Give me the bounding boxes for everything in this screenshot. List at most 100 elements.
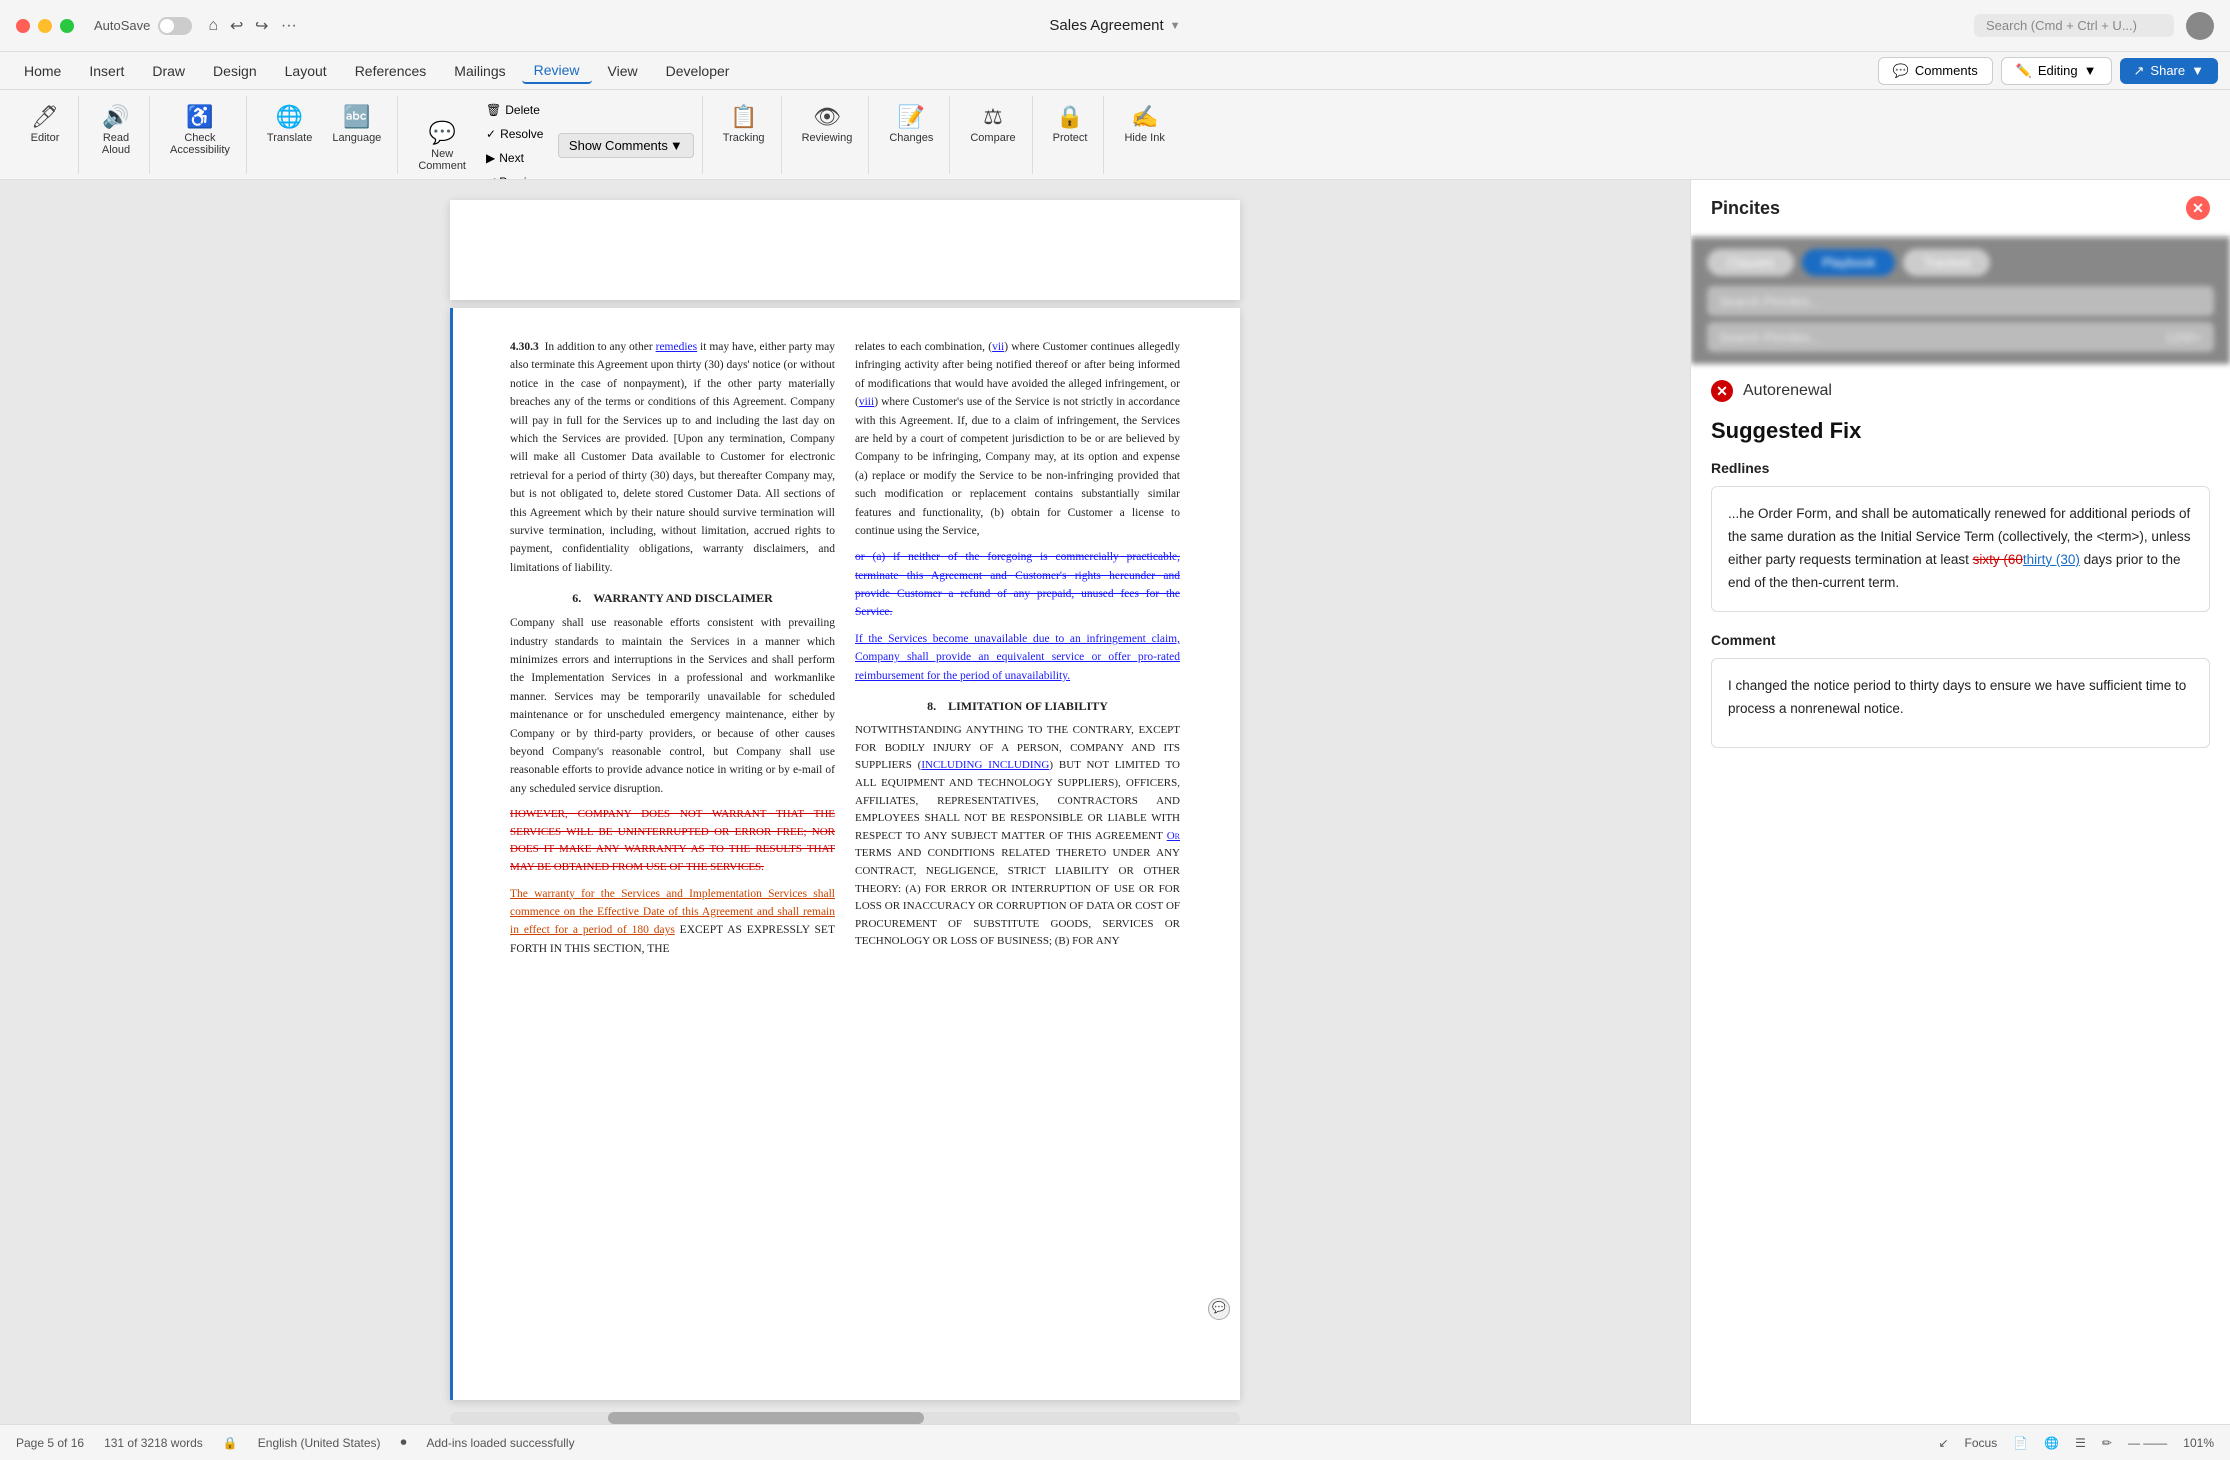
undo-icon[interactable]: ↩	[230, 16, 243, 36]
focus-label[interactable]: Focus	[1965, 1436, 1998, 1450]
ribbon-group-editor: 🖊 Editor	[12, 96, 79, 174]
language-label: Language	[332, 132, 381, 144]
document-area[interactable]: 4.30.3 In addition to any other remedies…	[0, 180, 1690, 1424]
expand-icon[interactable]: ↙	[1938, 1436, 1948, 1450]
comment-bubble[interactable]: 💬	[1208, 1298, 1230, 1320]
comments-button[interactable]: 💬 Comments	[1878, 57, 1993, 85]
maximize-button[interactable]	[60, 19, 74, 33]
search-box[interactable]: Search (Cmd + Ctrl + U...)	[1974, 14, 2174, 37]
menu-view[interactable]: View	[596, 59, 650, 83]
ribbon-group-tracking: 📋 Tracking	[707, 96, 782, 174]
ribbon-new-comment-button[interactable]: 💬 NewComment	[410, 116, 474, 176]
share-button[interactable]: ↗ Share ▼	[2120, 58, 2218, 84]
ribbon-next-button[interactable]: ▶ Next	[478, 148, 554, 168]
horizontal-scrollbar-thumb[interactable]	[608, 1412, 924, 1424]
ribbon-translate-button[interactable]: 🌐 Translate	[259, 100, 320, 148]
columns-icon[interactable]: ☰	[2075, 1436, 2086, 1450]
ribbon-accessibility-button[interactable]: ♿ CheckAccessibility	[162, 100, 238, 160]
section-8-para: NOTWITHSTANDING ANYTHING TO THE CONTRARY…	[855, 722, 1180, 951]
pincites-close-button[interactable]: ✕	[2186, 196, 2210, 220]
pincites-title: Pincites	[1711, 198, 1780, 219]
blue-underline-text: If the Services become unavailable due t…	[855, 633, 1180, 682]
menu-design[interactable]: Design	[201, 59, 269, 83]
pencil-status-icon[interactable]: ✏	[2102, 1436, 2112, 1450]
autosave-section: AutoSave	[94, 17, 192, 35]
section-4-30-3: 4.30.3 In addition to any other remedies…	[510, 338, 835, 577]
language-indicator: English (United States)	[258, 1436, 381, 1450]
editor-label: Editor	[31, 132, 60, 144]
ribbon-show-comments-button[interactable]: Show Comments ▼	[558, 133, 694, 158]
menu-home[interactable]: Home	[12, 59, 73, 83]
reviewing-icon: 👁	[813, 104, 841, 130]
tab-tracked[interactable]: Tracked	[1903, 249, 1989, 276]
ribbon-language-button[interactable]: 🔤 Language	[324, 100, 389, 148]
ribbon-compare-button[interactable]: ⚖ Compare	[962, 100, 1023, 148]
globe-icon[interactable]: 🌐	[2044, 1436, 2059, 1450]
title-chevron-icon: ▼	[1170, 20, 1181, 32]
ribbon-protect-button[interactable]: 🔒 Protect	[1045, 100, 1096, 148]
change-indicator	[450, 308, 453, 1400]
autosave-toggle[interactable]	[158, 17, 192, 35]
ribbon-changes-button[interactable]: 📝 Changes	[881, 100, 941, 148]
comment-indicator[interactable]: 💬	[1208, 1298, 1230, 1320]
minimize-button[interactable]	[38, 19, 52, 33]
editing-chevron-icon: ▼	[2084, 63, 2097, 78]
comment-box[interactable]: I changed the notice period to thirty da…	[1711, 658, 2210, 748]
ribbon-previous-button[interactable]: ◀ Previous	[478, 172, 554, 181]
protect-label: Protect	[1053, 132, 1088, 144]
resolve-label: Resolve	[500, 127, 543, 141]
title-text: Sales Agreement	[1049, 17, 1163, 34]
compare-icon: ⚖	[983, 104, 1003, 130]
view-icon[interactable]: 📄	[2013, 1436, 2028, 1450]
zoom-slider[interactable]: — ——	[2128, 1436, 2167, 1450]
menu-mailings[interactable]: Mailings	[442, 59, 517, 83]
filter-value: 1200+	[2165, 330, 2202, 345]
share-label: Share	[2150, 63, 2185, 78]
pincites-filter-blurred[interactable]: Search Pincites... 1200+	[1707, 322, 2214, 352]
ribbon-editor-button[interactable]: 🖊 Editor	[20, 100, 70, 148]
ribbon-resolve-button[interactable]: ✓ Resolve	[478, 124, 554, 144]
reviewing-label: Reviewing	[802, 132, 853, 144]
section-number: 4.30.3	[510, 341, 539, 353]
document-page-main[interactable]: 4.30.3 In addition to any other remedies…	[450, 308, 1240, 1400]
redo-icon[interactable]: ↩	[255, 16, 268, 36]
ribbon-hide-ink-button[interactable]: ✍ Hide Ink	[1116, 100, 1172, 148]
tab-clauses[interactable]: Clauses	[1707, 249, 1794, 276]
editing-button[interactable]: ✏️ Editing ▼	[2001, 57, 2112, 85]
menu-references[interactable]: References	[343, 59, 439, 83]
user-avatar[interactable]	[2186, 12, 2214, 40]
comment-text: I changed the notice period to thirty da…	[1728, 678, 2186, 716]
ribbon-group-comments: 💬 NewComment 🗑 Delete ✓ Resolve ▶ Next ◀	[402, 96, 702, 174]
ribbon-reviewing-button[interactable]: 👁 Reviewing	[794, 100, 861, 148]
more-icon[interactable]: ···	[281, 17, 297, 35]
ribbon-tracking-button[interactable]: 📋 Tracking	[715, 100, 773, 148]
issue-error-icon: ✕	[1711, 380, 1733, 402]
redlines-added-text: thirty (30)	[2023, 552, 2080, 567]
horizontal-scrollbar[interactable]	[450, 1412, 1240, 1424]
menu-developer[interactable]: Developer	[654, 59, 742, 83]
show-comments-label: Show Comments	[569, 138, 668, 153]
tab-playbook[interactable]: Playbook	[1802, 249, 1895, 276]
tracking-icon: 📋	[730, 104, 757, 130]
read-aloud-icon: 🔊	[102, 104, 129, 130]
menu-review[interactable]: Review	[522, 58, 592, 84]
comments-icon: 💬	[1893, 63, 1909, 79]
home-icon[interactable]: ⌂	[208, 17, 218, 35]
ribbon-read-aloud-button[interactable]: 🔊 ReadAloud	[91, 100, 141, 160]
blue-strike-text: or (a) if neither of the foregoing is co…	[855, 551, 1180, 618]
close-button[interactable]	[16, 19, 30, 33]
menu-insert[interactable]: Insert	[77, 59, 136, 83]
ribbon-group-speech: 🔊 ReadAloud	[83, 96, 150, 174]
resolve-icon: ✓	[486, 127, 496, 141]
comments-label: Comments	[1915, 63, 1978, 78]
ribbon-delete-button[interactable]: 🗑 Delete	[478, 100, 554, 120]
section-6-para3: The warranty for the Services and Implem…	[510, 885, 835, 959]
document-title: Sales Agreement ▼	[1049, 17, 1180, 34]
menu-draw[interactable]: Draw	[140, 59, 197, 83]
changes-label: Changes	[889, 132, 933, 144]
menu-layout[interactable]: Layout	[273, 59, 339, 83]
pincites-search-blurred[interactable]: Search Pincites...	[1707, 286, 2214, 316]
right-para-1: relates to each combination, (vii) where…	[855, 338, 1180, 540]
titlebar-icons: ⌂ ↩ ↩ ···	[208, 16, 296, 36]
share-chevron-icon: ▼	[2191, 63, 2204, 78]
